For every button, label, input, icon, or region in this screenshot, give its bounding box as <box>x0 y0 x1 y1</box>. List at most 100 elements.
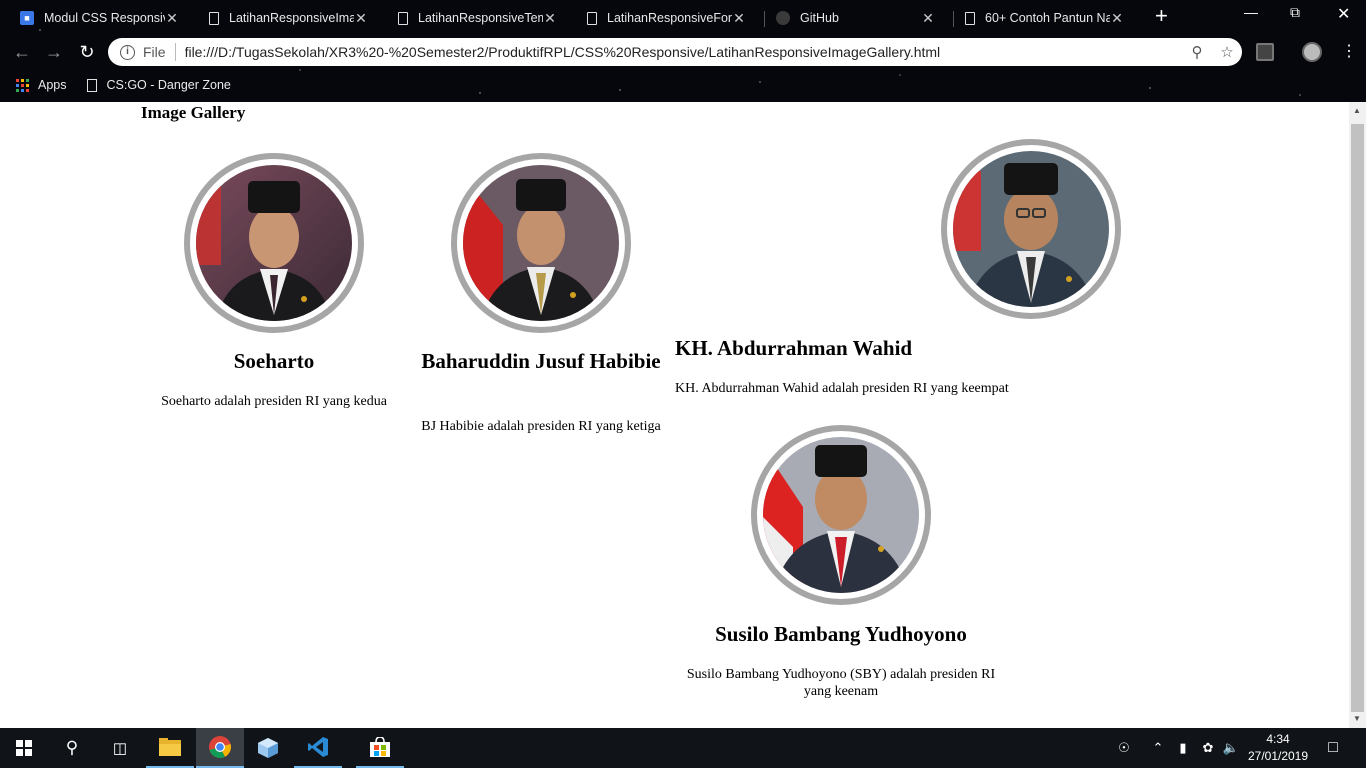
search-icon[interactable]: ⚲ <box>48 728 96 768</box>
bookmark-apps[interactable]: Apps <box>16 78 67 92</box>
page-icon <box>398 11 408 25</box>
zoom-icon[interactable]: ⚲ <box>1182 43 1212 61</box>
apps-grid-icon <box>16 78 29 92</box>
tab-title: LatihanResponsiveTemp <box>418 11 543 25</box>
page-icon <box>587 11 597 25</box>
restore-icon[interactable]: ⧉ <box>1290 4 1300 21</box>
reload-icon[interactable]: ↻ <box>75 40 99 64</box>
taskbar: ⚲ ◫ ☉ ⌃ ▮ ✿ 🔈 4:34 27/01/2019 □ <box>0 728 1366 768</box>
people-icon[interactable]: ☉ <box>1112 728 1136 768</box>
browser-chrome: ■ Modul CSS Responsive ✕ LatihanResponsi… <box>0 0 1366 102</box>
chrome-icon[interactable] <box>196 728 244 768</box>
notification-icon[interactable]: □ <box>1318 728 1348 768</box>
tab-title: Modul CSS Responsive <box>44 11 165 25</box>
start-button[interactable] <box>0 728 48 768</box>
wifi-icon[interactable]: ✿ <box>1197 728 1219 768</box>
portrait-description: Soeharto adalah presiden RI yang kedua <box>161 394 387 409</box>
close-icon[interactable]: ✕ <box>543 10 557 27</box>
scrollbar-thumb[interactable] <box>1351 124 1364 712</box>
clock-time: 4:34 <box>1266 732 1290 746</box>
portrait-name: Baharuddin Jusuf Habibie <box>421 349 661 373</box>
chrome-logo-icon <box>209 736 231 758</box>
app-cube-icon[interactable] <box>244 728 292 768</box>
tab-title: 60+ Contoh Pantun Na <box>985 11 1110 25</box>
portrait-name: Susilo Bambang Yudhoyono <box>715 622 967 646</box>
tab-form[interactable]: LatihanResponsiveForm ✕ <box>567 4 756 32</box>
chevron-up-icon[interactable]: ⌃ <box>1148 728 1168 768</box>
close-icon[interactable]: ✕ <box>165 10 179 27</box>
vscode-logo-icon <box>308 737 328 757</box>
close-icon[interactable]: ✕ <box>354 10 368 27</box>
clock-date: 27/01/2019 <box>1247 749 1309 763</box>
file-explorer-icon[interactable] <box>146 728 194 768</box>
portrait-habibie <box>451 153 631 333</box>
omnibox-divider <box>174 43 176 61</box>
minimize-icon[interactable]: — <box>1244 4 1258 20</box>
task-view-icon[interactable]: ◫ <box>96 728 144 768</box>
portrait-photo <box>953 151 1109 307</box>
portrait-description: Susilo Bambang Yudhoyono (SBY) adalah pr… <box>686 667 996 699</box>
scroll-down-icon[interactable]: ▼ <box>1353 714 1361 723</box>
star-icon[interactable]: ☆ <box>1212 43 1242 61</box>
portrait-image <box>463 165 619 321</box>
bookmark-label: CS:GO - Danger Zone <box>106 78 231 92</box>
profile-avatar[interactable] <box>1302 42 1322 62</box>
tab-title: LatihanResponsiveImag <box>229 11 354 25</box>
system-clock[interactable]: 4:34 27/01/2019 <box>1244 731 1312 765</box>
folder-icon <box>159 738 181 756</box>
portrait-photo <box>463 165 619 321</box>
portrait-name: Soeharto <box>233 349 315 373</box>
close-icon[interactable]: ✕ <box>921 10 935 27</box>
portrait-soeharto <box>184 153 364 333</box>
browser-toolbar: ← → ↻ i File file:///D:/TugasSekolah/XR3… <box>0 34 1366 70</box>
tab-image-gallery[interactable]: LatihanResponsiveImag ✕ <box>189 4 378 32</box>
modul-icon: ■ <box>20 11 34 25</box>
battery-icon[interactable]: ▮ <box>1172 728 1194 768</box>
bookmark-label: Apps <box>38 78 67 92</box>
store-bag-icon <box>370 737 390 757</box>
cube-icon <box>258 738 278 758</box>
portrait-description: BJ Habibie adalah presiden RI yang ketig… <box>421 419 661 434</box>
portrait-image <box>196 165 352 321</box>
volume-icon[interactable]: 🔈 <box>1220 728 1242 768</box>
forward-arrow-icon[interactable]: → <box>42 40 66 64</box>
tab-github[interactable]: GitHub ✕ <box>756 4 945 32</box>
tab-title: LatihanResponsiveForm <box>607 11 732 25</box>
vertical-scrollbar[interactable]: ▲ ▼ <box>1349 102 1366 728</box>
tab-modul-css[interactable]: ■ Modul CSS Responsive ✕ <box>0 4 189 32</box>
url-text[interactable]: file:///D:/TugasSekolah/XR3%20-%20Semest… <box>185 44 1182 60</box>
portrait-image <box>953 151 1109 307</box>
page-icon <box>965 11 975 25</box>
portrait-photo <box>763 437 919 593</box>
windows-logo-icon <box>16 740 32 756</box>
tab-template[interactable]: LatihanResponsiveTemp ✕ <box>378 4 567 32</box>
close-icon[interactable]: ✕ <box>732 10 746 27</box>
tab-strip: ■ Modul CSS Responsive ✕ LatihanResponsi… <box>0 0 1366 34</box>
address-bar[interactable]: i File file:///D:/TugasSekolah/XR3%20-%2… <box>108 38 1242 66</box>
portrait-image <box>763 437 919 593</box>
page-icon <box>86 78 97 92</box>
portrait-sby <box>751 425 931 605</box>
tab-pantun[interactable]: 60+ Contoh Pantun Na ✕ <box>945 4 1134 32</box>
new-tab-button[interactable]: + <box>1155 5 1168 27</box>
vscode-icon[interactable] <box>294 728 342 768</box>
portrait-name: KH. Abdurrahman Wahid <box>675 336 913 360</box>
menu-dots-icon[interactable]: ⋮ <box>1340 43 1358 61</box>
close-icon[interactable]: ✕ <box>1110 10 1124 27</box>
scroll-up-icon[interactable]: ▲ <box>1353 106 1361 115</box>
tab-title: GitHub <box>800 11 839 25</box>
github-icon <box>776 11 790 25</box>
info-icon[interactable]: i <box>120 44 135 60</box>
extension-icon[interactable] <box>1256 43 1274 61</box>
store-icon[interactable] <box>356 728 404 768</box>
bookmark-csgo[interactable]: CS:GO - Danger Zone <box>83 78 231 92</box>
page-icon <box>209 11 219 25</box>
bookmarks-bar: Apps CS:GO - Danger Zone <box>0 70 1366 100</box>
close-window-icon[interactable]: ✕ <box>1337 4 1350 24</box>
portrait-abdurrahman-wahid <box>941 139 1121 319</box>
scheme-label: File <box>143 44 166 60</box>
portrait-description: KH. Abdurrahman Wahid adalah presiden RI… <box>675 381 1009 396</box>
back-arrow-icon[interactable]: ← <box>10 40 34 64</box>
page-title: Image Gallery <box>141 103 246 122</box>
page-viewport: Image Gallery Soeharto Soeharto adalah p… <box>0 102 1349 728</box>
